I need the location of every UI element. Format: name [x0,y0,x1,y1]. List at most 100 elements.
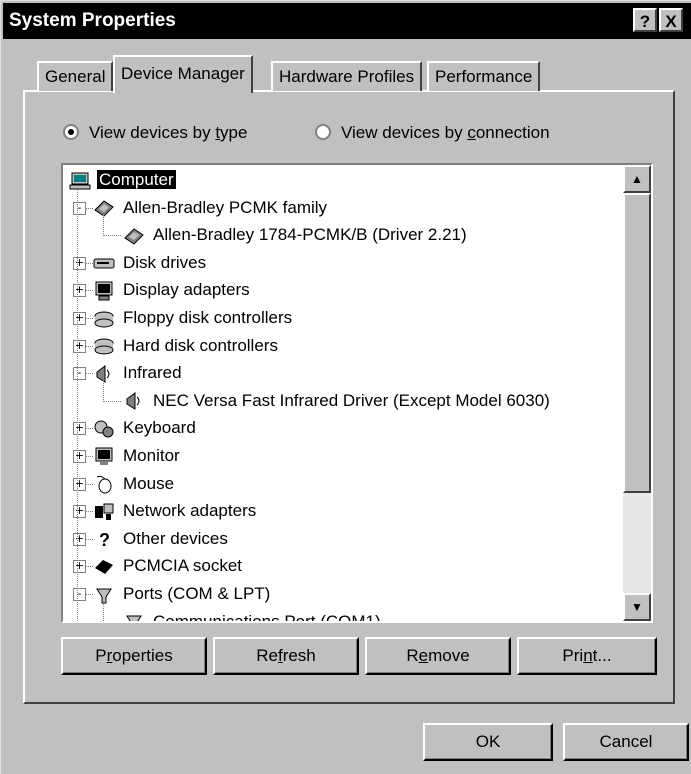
tree-connector [85,594,93,595]
tree-item[interactable]: Allen-Bradley PCMK family [93,195,329,221]
arrow-down-icon: ▼ [631,600,643,614]
tree-item[interactable]: Network adapters [93,498,258,524]
print-button[interactable]: Print... [517,637,657,675]
tree-connector [103,601,104,621]
computer-icon [69,172,91,190]
tree-item-label: Network adapters [123,501,257,521]
tree-connector [85,538,93,540]
disk-controller-icon [94,338,114,355]
tree-item[interactable]: Monitor [93,443,182,469]
keyboard-icon [94,420,114,438]
disk-drive-icon [93,258,115,269]
arrow-up-icon: ▲ [631,172,643,186]
tree-connector [85,318,93,319]
view-by-connection-radio[interactable]: View devices by connection [315,119,550,147]
ok-button[interactable]: OK [423,723,553,761]
tree-connector [85,262,93,264]
tree-connector [85,456,93,457]
mouse-icon [96,475,112,494]
tree-item[interactable]: PCMCIA socket [93,553,244,579]
system-properties-window: System Properties ? X General Device Man… [0,0,691,774]
tree-item-label: Keyboard [123,418,196,438]
tree-item-label: Hard disk controllers [123,335,278,355]
tree-connector [85,345,93,347]
pcmcia-card-icon [124,228,144,245]
radio-unselected-icon [315,123,331,140]
refresh-button[interactable]: Refresh [213,637,359,675]
view-by-type-radio[interactable]: View devices by type [63,119,247,147]
tree-item[interactable]: Communications Port (COM1) [123,609,383,621]
tree-item-label: Display adapters [123,280,250,300]
tree-item-label: Disk drives [123,252,207,272]
pcmcia-card-icon [94,200,114,217]
question-mark-icon: ? [99,530,110,549]
tree-item-label: Infrared [123,363,182,383]
tree-item[interactable]: Ports (COM & LPT) [93,581,272,607]
vertical-scrollbar[interactable]: ▲ ▼ [623,165,651,621]
tree-connector [103,400,121,402]
help-button[interactable]: ? [633,8,657,32]
tree-item[interactable]: ? Other devices [93,526,230,552]
infrared-icon [96,364,110,383]
tree-connector [85,428,93,430]
tree-connector [85,290,93,292]
window-title: System Properties [9,10,176,31]
tree-item[interactable]: Disk drives [93,250,208,276]
network-adapter-icon [95,503,114,520]
scroll-thumb[interactable] [623,193,651,493]
monitor-icon [95,447,113,465]
tree-connector [85,483,93,485]
tree-connector [103,235,121,237]
tree-item[interactable]: NEC Versa Fast Infrared Driver (Except M… [123,388,552,414]
tree-item-label: Floppy disk controllers [123,308,293,327]
tree-item-label: PCMCIA socket [123,556,243,576]
tree-item-label: Computer [97,170,176,189]
tab-performance[interactable]: Performance [427,61,541,91]
pcmcia-socket-icon [95,559,113,574]
close-button[interactable]: X [659,8,683,32]
tree-item[interactable]: Floppy disk controllers [93,305,294,331]
radio-selected-icon [63,123,79,140]
tree-connector [85,207,93,209]
close-icon: X [665,12,677,31]
display-icon [95,281,113,301]
properties-button[interactable]: Properties [61,637,207,675]
tree-item[interactable]: Infrared [93,360,184,386]
tree-item[interactable]: Computer [69,167,176,193]
tree-item[interactable]: Keyboard [93,415,198,441]
infrared-icon [126,392,140,411]
tree-item-label: Mouse [123,473,175,493]
tree-item[interactable]: Display adapters [93,277,252,303]
device-tree[interactable]: Computer Allen-Bradley PCMK family - Allen-… [61,163,653,623]
port-icon [126,615,142,621]
tree-connector [85,373,93,375]
cancel-button[interactable]: Cancel [563,723,689,761]
help-icon: ? [639,12,651,31]
svg-text:?: ? [99,530,110,549]
tab-device-manager[interactable]: Device Manager [113,55,253,93]
device-tree-list: Computer Allen-Bradley PCMK family - Allen-… [63,165,625,621]
tree-connector [77,189,78,621]
tree-item[interactable]: Mouse [93,471,176,497]
tree-item[interactable]: Hard disk controllers [93,333,280,359]
scroll-up-button[interactable]: ▲ [623,165,651,193]
tree-connector [103,214,104,237]
port-icon [96,588,112,604]
disk-controller-icon [94,311,114,328]
tree-connector [103,380,104,402]
tab-general[interactable]: General [37,61,114,91]
tree-item[interactable]: Allen-Bradley 1784-PCMK/B (Driver 2.21) [123,222,469,248]
scroll-down-button[interactable]: ▼ [623,593,651,621]
tree-item-label: Allen-Bradley 1784-PCMK/B (Driver 2.21) [153,225,467,245]
tree-item-label: Allen-Bradley PCMK family [123,197,328,217]
tree-item-label: NEC Versa Fast Infrared Driver (Except M… [153,390,550,410]
tree-item-label: Other devices [123,528,228,548]
tree-connector [85,511,93,513]
tab-hardware-profiles[interactable]: Hardware Profiles [271,61,423,91]
tree-item-label: Ports (COM & LPT) [123,584,271,603]
tree-item-label: Monitor [123,446,180,465]
remove-button[interactable]: Remove [365,637,511,675]
title-bar[interactable]: System Properties ? X [3,3,691,39]
tree-connector [85,566,93,568]
tree-item-label: Communications Port (COM1) [151,612,383,621]
